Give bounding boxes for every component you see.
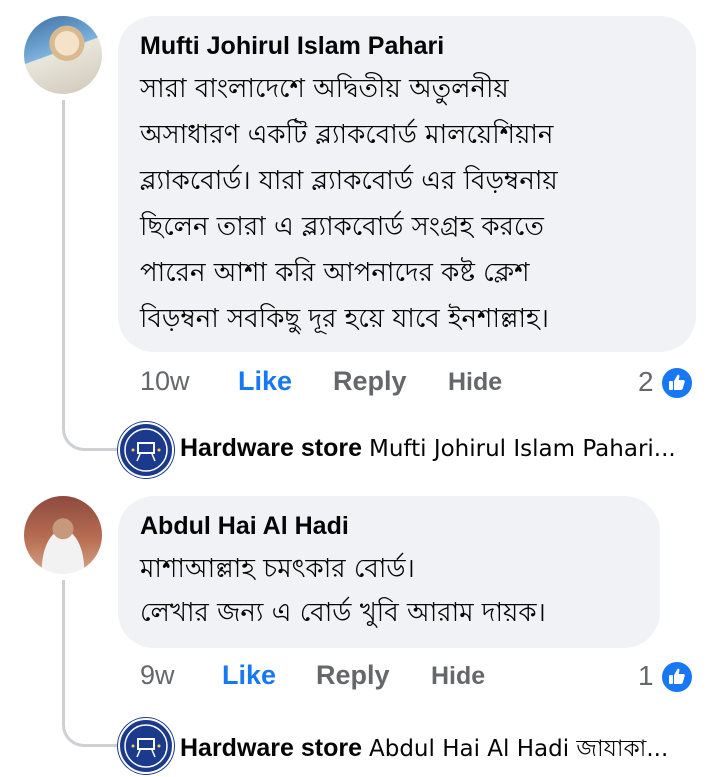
hardware-store-logo[interactable] (118, 718, 174, 774)
comment-bubble: Abdul Hai Al Hadi মাশাআল্লাহ চমৎকার বোর্… (118, 496, 660, 648)
comment-text-line: অসাধারণ একটি ব্ল্যাকবোর্ড মালয়েশিয়ান (140, 120, 554, 150)
comment-text-line: সারা বাংলাদেশে অদ্বিতীয় অতুলনীয় (140, 74, 509, 104)
comment-text-line: পারেন আশা করি আপনাদের কষ্ট ক্লেশ (140, 258, 530, 288)
thread-line (62, 100, 65, 420)
comment-author[interactable]: Mufti Johirul Islam Pahari (140, 32, 444, 61)
comment-text-line: লেখার জন্য এ বোর্ড খুবি আরাম দায়ক। (140, 598, 546, 628)
reply-preview-text[interactable]: Mufti Johirul Islam Pahari... (369, 436, 676, 462)
avatar[interactable] (24, 16, 102, 94)
comment-author[interactable]: Abdul Hai Al Hadi (140, 512, 349, 541)
like-button[interactable]: Like (238, 366, 292, 397)
reply-button[interactable]: Reply (316, 660, 390, 691)
like-thumb-icon[interactable] (660, 660, 694, 694)
reply-author[interactable]: Hardware store (180, 434, 362, 462)
reaction-count[interactable]: 2 (638, 366, 654, 398)
reaction-count[interactable]: 1 (638, 660, 654, 692)
thread-connector (62, 400, 117, 451)
comment-time[interactable]: 9w (140, 660, 175, 691)
reply-preview-text[interactable]: Abdul Hai Al Hadi জাযাকা... (369, 736, 668, 762)
comment-text-line: বিড়ম্বনা সবকিছু দূর হয়ে যাবে ইনশাল্লাহ… (140, 304, 549, 334)
reply-button[interactable]: Reply (333, 366, 407, 397)
comment-actions: 9w Like Reply Hide 1 (140, 660, 700, 696)
hide-button[interactable]: Hide (448, 368, 502, 397)
thread-connector (62, 700, 117, 747)
comment-time[interactable]: 10w (140, 366, 190, 397)
like-button[interactable]: Like (222, 660, 276, 691)
comment-text-line: ছিলেন তারা এ ব্ল্যাকবোর্ড সংগ্রহ করতে (140, 212, 544, 242)
like-thumb-icon[interactable] (660, 366, 694, 400)
reply-author[interactable]: Hardware store (180, 734, 362, 762)
comment-text-line: মাশাআল্লাহ চমৎকার বোর্ড। (140, 554, 415, 584)
avatar[interactable] (24, 496, 102, 574)
comment-actions: 10w Like Reply Hide 2 (140, 366, 700, 402)
comment-bubble: Mufti Johirul Islam Pahari সারা বাংলাদেশ… (118, 16, 696, 352)
comment-text-line: ব্ল্যাকবোর্ড। যারা ব্ল্যাকবোর্ড এর বিড়ম… (140, 166, 558, 196)
thread-line (62, 580, 65, 720)
hardware-store-logo[interactable] (118, 422, 174, 478)
hide-button[interactable]: Hide (431, 662, 485, 691)
